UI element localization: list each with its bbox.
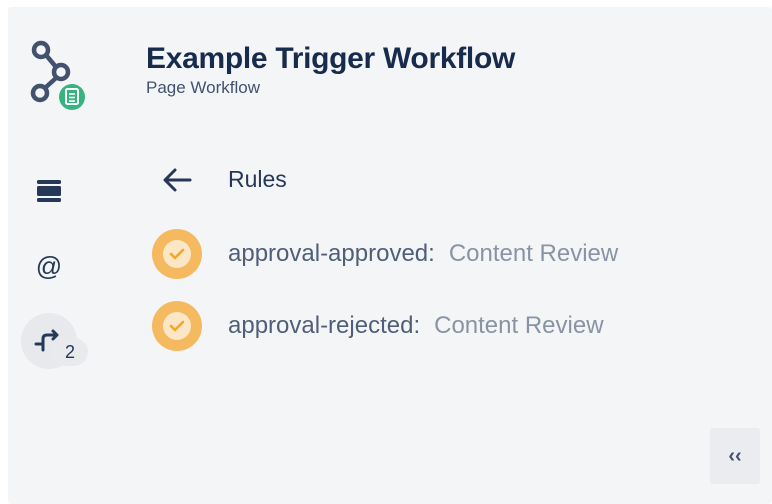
panel-icon	[37, 180, 61, 202]
arrow-left-icon[interactable]	[160, 164, 196, 196]
check-circle-icon	[152, 301, 202, 351]
sidebar-item-panel[interactable]	[21, 163, 77, 219]
sidebar-item-mentions[interactable]: @	[21, 238, 77, 294]
page-title: Example Trigger Workflow	[146, 42, 516, 75]
rule-item[interactable]: approval-approved: Content Review	[152, 228, 618, 280]
trigger-count-badge: 2	[52, 338, 88, 366]
collapse-button[interactable]: ‹‹	[710, 428, 760, 484]
check-circle-icon	[152, 229, 202, 279]
page-subtitle: Page Workflow	[146, 78, 261, 97]
double-chevron-left-icon: ‹‹	[728, 444, 742, 467]
rule-target: Content Review	[448, 240, 619, 267]
workflow-nodes-icon	[30, 40, 85, 110]
at-sign-icon: @	[35, 250, 63, 281]
rule-name: approval-approved:	[228, 240, 435, 267]
document-icon	[59, 84, 85, 110]
rule-target: Content Review	[434, 312, 604, 339]
rule-item[interactable]: approval-rejected: Content Review	[152, 300, 604, 352]
rules-heading: Rules	[228, 166, 287, 192]
rule-name: approval-rejected:	[228, 312, 421, 339]
